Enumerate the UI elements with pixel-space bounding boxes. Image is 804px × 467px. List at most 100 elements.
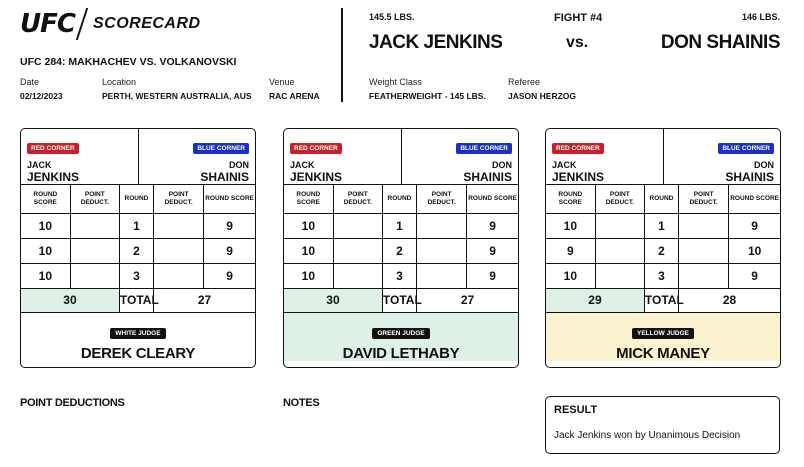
blue-corner-badge: BLUE CORNER — [193, 143, 249, 154]
round-row: 10 1 9 — [284, 213, 518, 239]
blue-corner-first-name: DON — [229, 160, 249, 170]
blue-round-score: 9 — [203, 238, 255, 264]
round-row: 10 1 9 — [21, 213, 255, 239]
blue-round-score: 10 — [728, 238, 780, 264]
red-round-score-header: ROUND SCORE — [284, 185, 334, 214]
judge-scorecard: RED CORNER JACK JENKINS BLUE CORNER DON … — [283, 128, 519, 368]
red-corner: RED CORNER JACK JENKINS — [546, 129, 664, 184]
red-round-score-header: ROUND SCORE — [21, 185, 71, 214]
blue-corner: BLUE CORNER DON SHAINIS — [402, 129, 519, 184]
blue-corner: BLUE CORNER DON SHAINIS — [139, 129, 256, 184]
red-round-score: 10 — [284, 213, 334, 239]
round-number: 2 — [643, 238, 680, 264]
corner-header: RED CORNER JACK JENKINS BLUE CORNER DON … — [21, 129, 255, 185]
red-round-score-header: ROUND SCORE — [546, 185, 596, 214]
red-point-deduct-header: POINT DEDUCT. — [333, 185, 383, 214]
red-point-deduction — [70, 213, 120, 239]
blue-corner-first-name: DON — [492, 160, 512, 170]
red-corner-badge: RED CORNER — [552, 143, 604, 154]
judge-section: WHITE JUDGE DEREK CLEARY — [21, 312, 255, 362]
total-label: TOTAL — [643, 288, 684, 313]
total-row: 30 TOTAL 27 — [21, 288, 255, 313]
blue-round-score: 9 — [203, 213, 255, 239]
round-row: 10 3 9 — [546, 263, 780, 289]
round-row: 10 3 9 — [21, 263, 255, 289]
total-row: 30 TOTAL 27 — [284, 288, 518, 313]
red-point-deduction — [595, 263, 645, 289]
total-label: TOTAL — [118, 288, 159, 313]
round-number: 2 — [118, 238, 155, 264]
red-fighter-name: JACK JENKINS — [369, 32, 503, 53]
blue-point-deduction — [678, 263, 730, 289]
red-corner-first-name: JACK — [552, 160, 577, 170]
score-table: ROUND SCORE POINT DEDUCT. ROUND POINT DE… — [284, 185, 518, 313]
round-row: 9 2 10 — [546, 238, 780, 264]
score-table-header: ROUND SCORE POINT DEDUCT. ROUND POINT DE… — [284, 185, 518, 214]
round-number: 2 — [381, 238, 418, 264]
blue-round-score: 9 — [203, 263, 255, 289]
blue-round-score-header: ROUND SCORE — [728, 185, 780, 214]
judge-badge: YELLOW JUDGE — [631, 327, 694, 339]
blue-corner-badge: BLUE CORNER — [456, 143, 512, 154]
fight-number: FIGHT #4 — [554, 12, 603, 24]
blue-round-score: 9 — [728, 213, 780, 239]
red-corner-last-name: JENKINS — [552, 170, 605, 184]
logo-divider — [75, 8, 89, 40]
red-point-deduction — [333, 263, 383, 289]
red-round-score: 10 — [284, 238, 334, 264]
red-corner-badge: RED CORNER — [290, 143, 342, 154]
round-number: 3 — [643, 263, 680, 289]
location-value: PERTH, WESTERN AUSTRALIA, AUS — [102, 91, 252, 101]
round-row: 10 1 9 — [546, 213, 780, 239]
blue-point-deduction — [416, 213, 468, 239]
total-label: TOTAL — [381, 288, 422, 313]
judge-name: MICK MANEY — [616, 344, 710, 362]
blue-point-deduction — [678, 213, 730, 239]
blue-round-score: 9 — [466, 213, 518, 239]
date-value: 02/12/2023 — [20, 91, 63, 101]
blue-corner-last-name: SHAINIS — [200, 170, 249, 184]
event-title: UFC 284: MAKHACHEV VS. VOLKANOVSKI — [20, 56, 237, 68]
result-title: RESULT — [554, 404, 598, 416]
blue-point-deduct-header: POINT DEDUCT. — [153, 185, 205, 214]
judge-name: DEREK CLEARY — [80, 344, 196, 362]
versus-label: vs. — [566, 34, 589, 51]
red-round-score: 9 — [546, 238, 596, 264]
score-table-header: ROUND SCORE POINT DEDUCT. ROUND POINT DE… — [546, 185, 780, 214]
round-number: 1 — [381, 213, 418, 239]
round-row: 10 2 9 — [284, 238, 518, 264]
blue-point-deduction — [153, 213, 205, 239]
red-round-score: 10 — [21, 263, 71, 289]
blue-round-score: 9 — [466, 238, 518, 264]
round-header: ROUND — [643, 185, 680, 214]
blue-fighter-name: DON SHAINIS — [660, 32, 781, 53]
round-number: 1 — [118, 213, 155, 239]
red-corner-first-name: JACK — [290, 160, 315, 170]
blue-round-score-header: ROUND SCORE — [203, 185, 255, 214]
round-row: 10 3 9 — [284, 263, 518, 289]
referee-label: Referee — [508, 77, 541, 87]
ufc-logo: UFC — [20, 9, 76, 39]
blue-point-deduction — [153, 238, 205, 264]
blue-corner: BLUE CORNER DON SHAINIS — [664, 129, 781, 184]
score-table: ROUND SCORE POINT DEDUCT. ROUND POINT DE… — [546, 185, 780, 313]
red-corner-badge: RED CORNER — [27, 143, 79, 154]
red-total-score: 30 — [21, 288, 120, 313]
judge-badge: WHITE JUDGE — [110, 327, 166, 339]
red-round-score: 10 — [284, 263, 334, 289]
blue-corner-badge: BLUE CORNER — [718, 143, 774, 154]
red-round-score: 10 — [21, 238, 71, 264]
blue-total-score: 28 — [678, 288, 780, 313]
red-point-deduction — [333, 238, 383, 264]
result-text: Jack Jenkins won by Unanimous Decision — [554, 430, 741, 441]
red-round-score: 10 — [546, 213, 596, 239]
blue-corner-first-name: DON — [754, 160, 774, 170]
score-table: ROUND SCORE POINT DEDUCT. ROUND POINT DE… — [21, 185, 255, 313]
judge-scorecard: RED CORNER JACK JENKINS BLUE CORNER DON … — [20, 128, 256, 368]
blue-fighter-weight: 146 LBS. — [741, 12, 780, 22]
notes-title: NOTES — [283, 397, 320, 409]
red-corner-last-name: JENKINS — [290, 170, 343, 184]
blue-point-deduct-header: POINT DEDUCT. — [416, 185, 468, 214]
blue-point-deduction — [416, 263, 468, 289]
weight-class-value: FEATHERWEIGHT - 145 LBS. — [369, 91, 486, 101]
